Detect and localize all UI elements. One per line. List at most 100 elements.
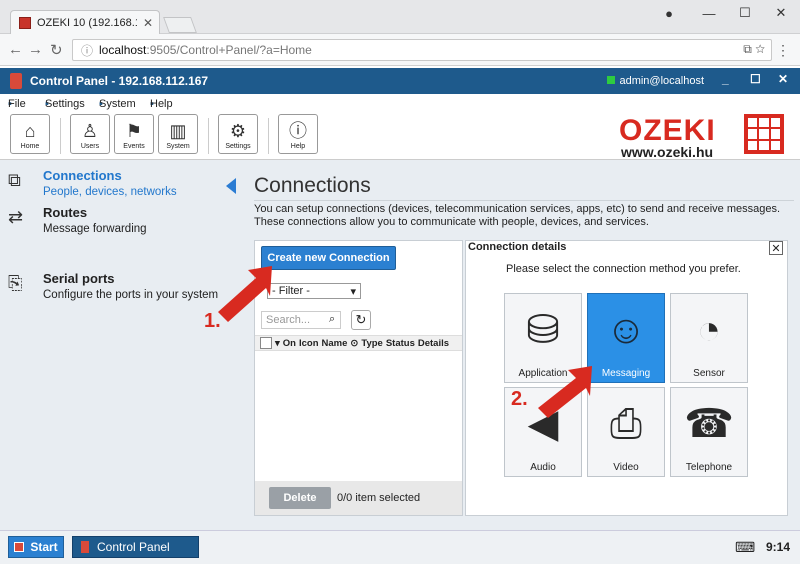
- sort-name-icon[interactable]: ⊙: [350, 338, 358, 349]
- account-icon[interactable]: ●: [650, 0, 688, 26]
- address-bar: ← → ↻ ⓘ localhost :9505/Control+Panel/?a…: [0, 34, 800, 66]
- column-details[interactable]: Details: [418, 338, 449, 349]
- new-tab-button[interactable]: [163, 17, 197, 33]
- keyboard-icon[interactable]: ⌨: [735, 539, 755, 556]
- user-status[interactable]: admin@localhost: [607, 75, 704, 87]
- table-header: ▾ On Icon Name ⊙ Type Status Details: [255, 335, 462, 351]
- sort-icon[interactable]: ▾: [275, 338, 280, 349]
- telephone-icon: ☎: [684, 402, 734, 446]
- step2-arrow-icon: [538, 366, 592, 418]
- home-icon: ⌂: [24, 121, 36, 141]
- back-icon[interactable]: ←: [8, 41, 23, 58]
- browser-menu-icon[interactable]: ⋮: [776, 42, 790, 59]
- sidebar-item-title: Routes: [43, 205, 88, 220]
- reload-icon[interactable]: ↻: [50, 41, 63, 59]
- forward-icon[interactable]: →: [28, 41, 43, 58]
- keypad-logo-icon: [744, 114, 784, 154]
- start-button[interactable]: Start: [8, 536, 64, 558]
- connections-list-panel: Create new Connection - Filter - ▾ Search…: [254, 240, 463, 516]
- browser-tab[interactable]: OZEKI 10 (192.168.112.1… ✕: [10, 10, 160, 35]
- column-icon[interactable]: Icon: [299, 338, 319, 349]
- app-close-icon[interactable]: ✕: [778, 72, 788, 86]
- help-button[interactable]: ⓘ Help: [278, 114, 318, 154]
- list-footer: Delete 0/0 item selected: [255, 481, 462, 515]
- step2-label: 2.: [511, 388, 528, 410]
- settings-button[interactable]: ⚙ Settings: [218, 114, 258, 154]
- clock: 9:14: [766, 540, 791, 554]
- taskbar: Start Control Panel ⌨ 9:14: [0, 530, 800, 564]
- sidebar-item-routes[interactable]: ⇄ Routes Message forwarding: [8, 205, 238, 239]
- close-icon[interactable]: ✕: [769, 241, 783, 255]
- menu-bar: ▪ File ▪ Settings ▪ System ▪ Help: [0, 94, 800, 110]
- ozeki-logo-icon: [81, 541, 89, 553]
- system-button[interactable]: ▥ System: [158, 114, 198, 154]
- close-tab-icon[interactable]: ✕: [143, 16, 153, 30]
- selection-info: 0/0 item selected: [337, 492, 421, 504]
- minimize-window-icon[interactable]: —: [690, 0, 728, 26]
- details-title: Connection details: [468, 241, 567, 253]
- app-header: Control Panel - 192.168.112.167 admin@lo…: [0, 68, 800, 94]
- sidebar-item-title: Serial ports: [43, 271, 115, 286]
- screen: OZEKI 10 (192.168.112.1… ✕ ● — ☐ ✕ ← → ↻…: [0, 0, 800, 564]
- app-title: Control Panel - 192.168.112.167: [30, 74, 209, 88]
- sidebar: ⧉ Connections People, devices, networks …: [0, 160, 242, 530]
- delete-button[interactable]: Delete: [269, 487, 331, 509]
- toolbar-divider: [60, 118, 61, 154]
- close-window-icon[interactable]: ✕: [762, 0, 800, 26]
- tile-telephone[interactable]: ☎ Telephone: [670, 387, 748, 477]
- chart-icon: ▥: [169, 121, 187, 141]
- toolbar: ⌂ Home ♙ Users ⚑ Events ▥ System ⚙ Settings ⓘ…: [0, 110, 800, 160]
- flag-icon: ⚑: [125, 121, 143, 141]
- app-maximize-icon[interactable]: ☐: [750, 72, 761, 86]
- main-content: Connections You can setup connections (d…: [242, 160, 800, 530]
- select-all-checkbox[interactable]: [260, 337, 272, 349]
- create-new-connection-button[interactable]: Create new Connection: [261, 246, 396, 270]
- ozeki-url: www.ozeki.hu: [621, 144, 714, 160]
- maximize-window-icon[interactable]: ☐: [726, 0, 764, 26]
- url-input[interactable]: ⓘ localhost :9505/Control+Panel/?a=Home …: [72, 39, 772, 61]
- app-minimize-icon[interactable]: _: [722, 72, 729, 86]
- column-type[interactable]: Type: [361, 338, 382, 349]
- taskbar-control-panel[interactable]: Control Panel: [72, 536, 199, 558]
- sidebar-item-desc: Configure the ports in your system: [43, 289, 219, 301]
- refresh-icon[interactable]: ↻: [351, 310, 371, 330]
- tile-sensor[interactable]: ◔ Sensor: [670, 293, 748, 383]
- tile-video[interactable]: ⎙ Video: [587, 387, 665, 477]
- url-host: localhost: [99, 43, 147, 57]
- info-icon: ⓘ: [289, 121, 307, 141]
- browser-tab-title: OZEKI 10 (192.168.112.1…: [37, 17, 137, 29]
- routes-icon: ⇄: [8, 207, 24, 227]
- step1-label: 1.: [204, 310, 221, 332]
- info-icon[interactable]: ⓘ: [81, 42, 93, 59]
- ozeki-favicon-icon: [19, 17, 31, 29]
- gear-icon: ⚙: [229, 121, 247, 141]
- column-on[interactable]: On: [283, 338, 296, 349]
- browser-tab-bar: OZEKI 10 (192.168.112.1… ✕ ● — ☐ ✕: [0, 0, 800, 35]
- user-name: admin@localhost: [619, 75, 704, 87]
- url-path: :9505/Control+Panel/?a=Home: [146, 43, 312, 57]
- page-description: You can setup connections (devices, tele…: [254, 203, 781, 228]
- toolbar-divider: [208, 118, 209, 154]
- toolbar-divider: [268, 118, 269, 154]
- database-icon: ⛁: [526, 308, 560, 352]
- title-divider: [254, 200, 794, 201]
- search-icon[interactable]: ⌕: [329, 313, 335, 326]
- start-icon: [14, 542, 25, 552]
- messaging-icon: ☺: [605, 308, 647, 352]
- ozeki-logo: OZEKI www.ozeki.hu: [619, 114, 784, 160]
- column-name[interactable]: Name: [322, 338, 348, 349]
- chevron-down-icon: ▾: [350, 285, 356, 298]
- gauge-icon: ◔: [696, 308, 722, 352]
- sidebar-item-connections[interactable]: ⧉ Connections People, devices, networks: [8, 168, 238, 202]
- connections-icon: ⧉: [8, 170, 21, 190]
- users-button[interactable]: ♙ Users: [70, 114, 110, 154]
- filter-select[interactable]: - Filter - ▾: [267, 283, 361, 299]
- bookmark-star-icon[interactable]: ⧉ ☆: [743, 42, 765, 57]
- sidebar-item-title: Connections: [43, 168, 122, 183]
- sidebar-item-serial-ports[interactable]: ⎘ Serial ports Configure the ports in yo…: [8, 271, 238, 305]
- events-button[interactable]: ⚑ Events: [114, 114, 154, 154]
- column-status[interactable]: Status: [386, 338, 415, 349]
- home-button[interactable]: ⌂ Home: [10, 114, 50, 154]
- tile-messaging[interactable]: ☺ Messaging: [587, 293, 665, 383]
- user-icon: ♙: [81, 121, 99, 141]
